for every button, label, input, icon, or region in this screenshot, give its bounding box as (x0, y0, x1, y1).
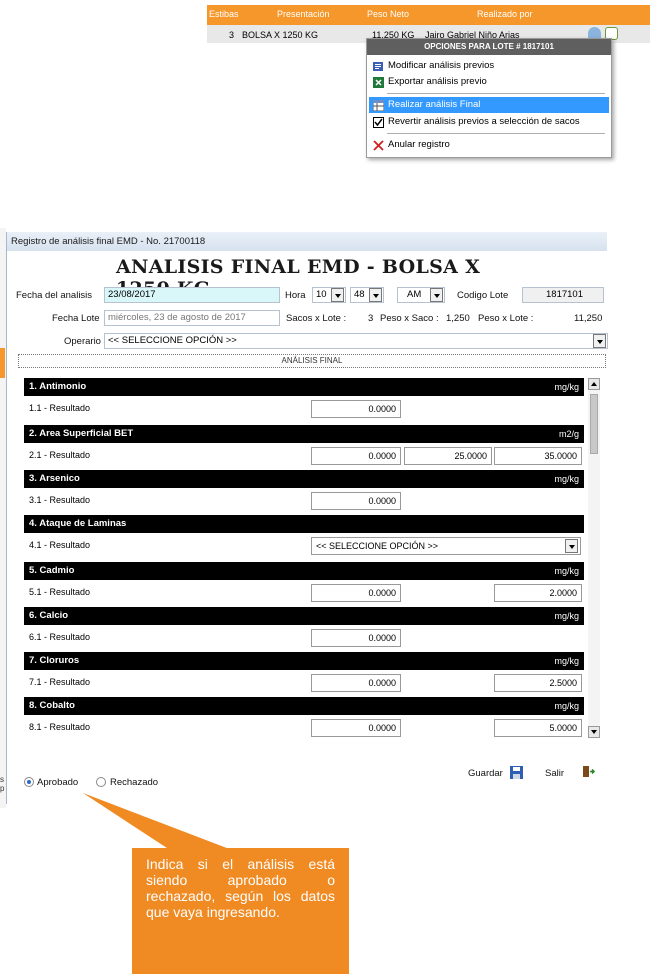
scroll-up-icon[interactable] (588, 378, 600, 390)
category-header: 2. Area Superficial BET m2/g (24, 425, 584, 443)
result-row: 4.1 - Resultado << SELECCIONE OPCIÓN >> (24, 533, 584, 559)
col-realizado-por[interactable]: Realizado por (477, 9, 533, 19)
menu-item-label: Realizar análisis Final (388, 99, 481, 110)
menu-item-anular[interactable]: Anular registro (369, 137, 609, 153)
col-estibas[interactable]: Estibas (209, 9, 239, 19)
category-header: 1. Antimonio mg/kg (24, 378, 584, 396)
result-row: 7.1 - Resultado 0.0000 2.5000 (24, 670, 584, 696)
category-header: 8. Cobalto mg/kg (24, 697, 584, 715)
fecha-analisis-label: Fecha del analisis (16, 290, 93, 301)
category-header: 4. Ataque de Laminas (24, 515, 584, 533)
category-header: 5. Cadmio mg/kg (24, 562, 584, 580)
analisis-list: 1. Antimonio mg/kg 1.1 - Resultado 0.0000… (24, 378, 584, 738)
fecha-lote-label: Fecha Lote (52, 313, 100, 324)
col-presentacion[interactable]: Presentación (277, 9, 330, 19)
scroll-thumb[interactable] (590, 394, 598, 454)
x-icon (373, 140, 384, 151)
result-row: 3.1 - Resultado 0.0000 (24, 488, 584, 514)
scroll-down-icon[interactable] (588, 726, 600, 738)
menu-item-revertir[interactable]: Revertir análisis previos a selección de… (369, 114, 609, 130)
result-max-input[interactable]: 2.0000 (494, 584, 582, 602)
window-title: Registro de análisis final EMD - No. 217… (7, 232, 607, 251)
grid-header: Estibas Presentación Peso Neto Realizado… (207, 5, 650, 25)
result-row: 1.1 - Resultado 0.0000 (24, 396, 584, 422)
exit-icon[interactable] (582, 765, 595, 778)
menu-item-exportar[interactable]: Exportar análisis previo (369, 74, 609, 90)
sacos-label: Sacos x Lote : (286, 313, 347, 324)
hora-hour-select[interactable]: 10 (312, 287, 346, 303)
sacos-value: 3 (368, 313, 374, 324)
result-value-input[interactable]: 0.0000 (311, 719, 401, 737)
rechazado-radio[interactable] (96, 777, 106, 787)
result-row: 8.1 - Resultado 0.0000 5.0000 (24, 715, 584, 738)
result-max-input[interactable]: 5.0000 (494, 719, 582, 737)
col-peso-neto[interactable]: Peso Neto (367, 9, 409, 19)
hora-label: Hora (285, 290, 306, 301)
hora-minute-select[interactable]: 48 (350, 287, 384, 303)
category-header: 7. Cloruros mg/kg (24, 652, 584, 670)
result-value-input[interactable]: 0.0000 (311, 400, 401, 418)
operario-select[interactable]: << SELECCIONE OPCIÓN >> (104, 333, 608, 349)
chevron-down-icon[interactable] (565, 539, 578, 553)
edge-clip: p (0, 784, 5, 793)
peso-saco-label: Peso x Saco : (380, 313, 439, 324)
chevron-down-icon[interactable] (331, 288, 344, 302)
menu-item-label: Revertir análisis previos a selección de… (388, 116, 580, 127)
aprobado-label[interactable]: Aprobado (37, 777, 78, 788)
aprobado-radio[interactable] (24, 777, 34, 787)
result-value-input[interactable]: 0.0000 (311, 629, 401, 647)
result-max-input[interactable]: 2.5000 (494, 674, 582, 692)
codigo-lote-label: Codigo Lote (457, 290, 509, 301)
menu-item-label: Exportar análisis previo (388, 76, 487, 87)
chevron-down-icon[interactable] (369, 288, 382, 302)
peso-lote-value: 11,250 (574, 313, 603, 324)
hora-ampm-select[interactable]: AM (397, 287, 445, 303)
salir-label[interactable]: Salir (545, 768, 564, 779)
checkbox-icon (373, 117, 384, 128)
rechazado-label[interactable]: Rechazado (110, 777, 158, 788)
edit-icon (373, 62, 383, 71)
result-select[interactable]: << SELECCIONE OPCIÓN >> (311, 537, 581, 555)
menu-separator (387, 133, 605, 134)
menu-item-realizar-final[interactable]: Realizar análisis Final (369, 97, 609, 113)
cell-presentacion: BOLSA X 1250 KG (242, 30, 319, 40)
guardar-label[interactable]: Guardar (468, 768, 503, 779)
context-menu-title: OPCIONES PARA LOTE # 1817101 (367, 39, 611, 55)
result-row: 2.1 - Resultado 0.0000 25.0000 35.0000 (24, 443, 584, 469)
peso-saco-value: 1,250 (446, 313, 470, 324)
result-value-input[interactable]: 0.0000 (311, 447, 401, 465)
chevron-down-icon[interactable] (593, 334, 606, 348)
save-icon[interactable] (510, 766, 523, 779)
callout-note: Indica si el análisis está siendo aproba… (132, 848, 349, 974)
result-max-input[interactable]: 35.0000 (494, 447, 582, 465)
operario-label: Operario (64, 336, 101, 347)
fecha-analisis-field[interactable]: 23/08/2017 (104, 287, 280, 303)
result-row: 6.1 - Resultado 0.0000 (24, 625, 584, 651)
menu-item-modificar[interactable]: Modificar análisis previos (369, 58, 609, 74)
codigo-lote-field: 1817101 (522, 287, 604, 303)
menu-item-label: Modificar análisis previos (388, 60, 495, 71)
menu-separator (387, 93, 605, 94)
analisis-scrollbar[interactable] (588, 378, 600, 738)
category-header: 6. Calcio mg/kg (24, 607, 584, 625)
result-value-input[interactable]: 0.0000 (311, 584, 401, 602)
context-menu: OPCIONES PARA LOTE # 1817101 Modificar a… (366, 38, 612, 158)
result-value-input[interactable]: 0.0000 (311, 674, 401, 692)
fecha-lote-field: miércoles, 23 de agosto de 2017 (104, 310, 280, 326)
cell-estibas: 3 (229, 30, 235, 40)
category-header: 3. Arsenico mg/kg (24, 470, 584, 488)
peso-lote-label: Peso x Lote : (478, 313, 534, 324)
excel-icon (373, 77, 384, 88)
result-value-input[interactable]: 0.0000 (311, 492, 401, 510)
chevron-down-icon[interactable] (430, 288, 443, 302)
result-min-input[interactable]: 25.0000 (404, 447, 492, 465)
result-row: 5.1 - Resultado 0.0000 2.0000 (24, 580, 584, 606)
table-icon (373, 100, 384, 111)
edge-clip: s (0, 775, 4, 784)
analisis-final-header: ANÁLISIS FINAL (18, 354, 606, 368)
menu-item-label: Anular registro (388, 139, 450, 150)
